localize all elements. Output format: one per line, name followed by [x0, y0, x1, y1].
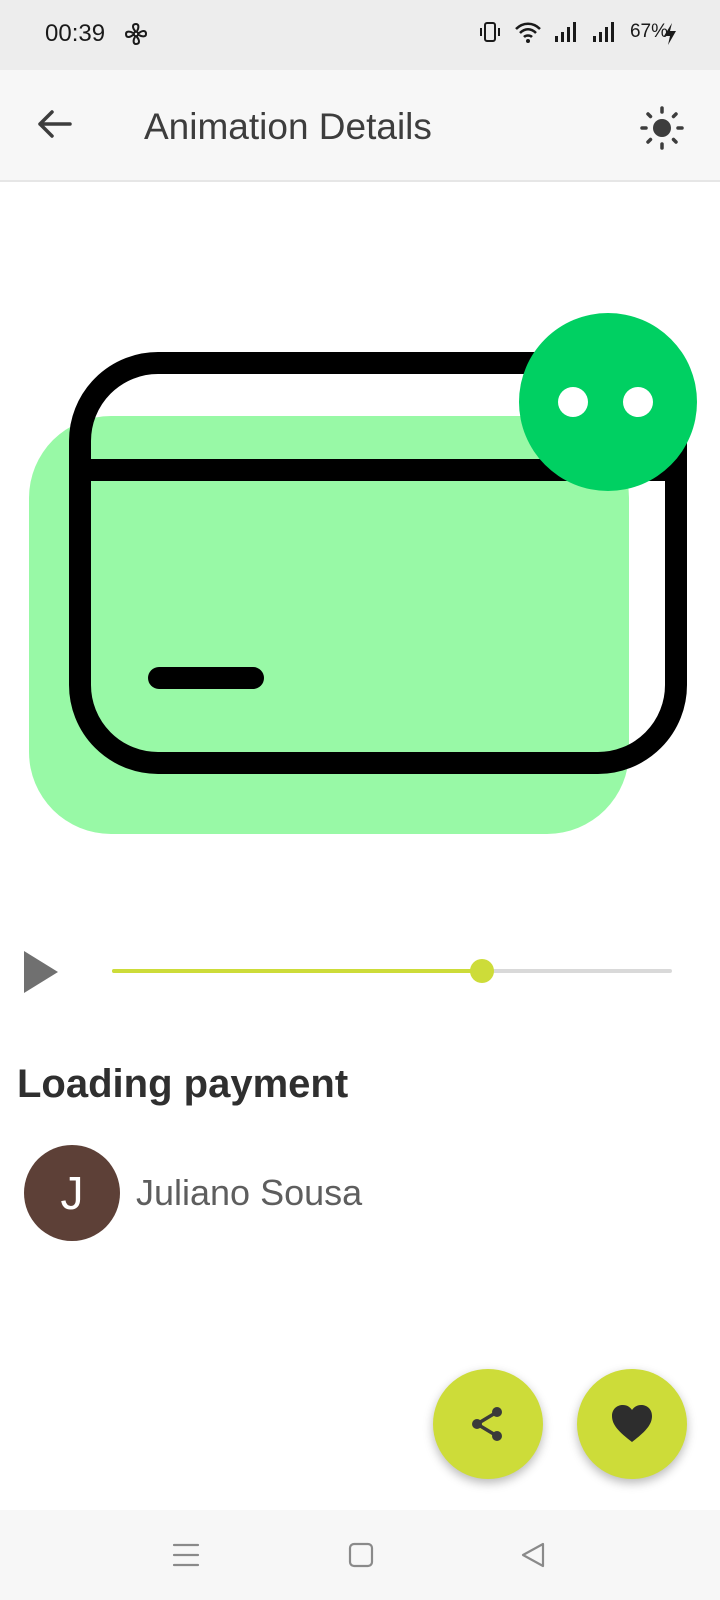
favorite-button[interactable] — [577, 1369, 687, 1479]
status-bar: 00:39 67% — [0, 0, 720, 70]
arrow-left-icon[interactable] — [34, 104, 74, 144]
progress-slider[interactable] — [112, 958, 672, 988]
system-nav-bar — [0, 1510, 720, 1600]
badge-dot-right — [623, 387, 653, 417]
share-icon — [472, 1407, 502, 1441]
animation-title: Loading payment — [17, 1062, 349, 1106]
signal-icon — [554, 22, 576, 42]
play-icon[interactable] — [24, 951, 58, 993]
status-badge — [519, 313, 697, 491]
vibrate-icon — [479, 22, 500, 42]
wifi-icon — [515, 22, 541, 43]
animation-preview — [29, 313, 697, 834]
signal-icon-2 — [592, 22, 614, 42]
square-icon[interactable] — [348, 1542, 374, 1568]
slider-thumb[interactable] — [469, 959, 494, 983]
badge-dot-left — [558, 387, 588, 417]
share-button[interactable] — [433, 1369, 543, 1479]
status-time: 00:39 — [45, 20, 106, 47]
app-bar: Animation Details — [0, 70, 720, 182]
slider-fill — [112, 969, 482, 973]
menu-icon[interactable] — [172, 1542, 200, 1568]
sun-icon[interactable] — [640, 106, 684, 150]
author-name: Juliano Sousa — [136, 1172, 363, 1213]
avatar: J — [24, 1145, 120, 1241]
page-title: Animation Details — [144, 106, 432, 147]
status-icons: 67% — [478, 20, 668, 44]
fan-icon — [124, 22, 148, 46]
author-row[interactable]: J Juliano Sousa — [24, 1145, 362, 1241]
charging-bolt-icon — [664, 23, 676, 45]
triangle-back-icon[interactable] — [520, 1542, 546, 1568]
heart-icon — [612, 1405, 652, 1442]
